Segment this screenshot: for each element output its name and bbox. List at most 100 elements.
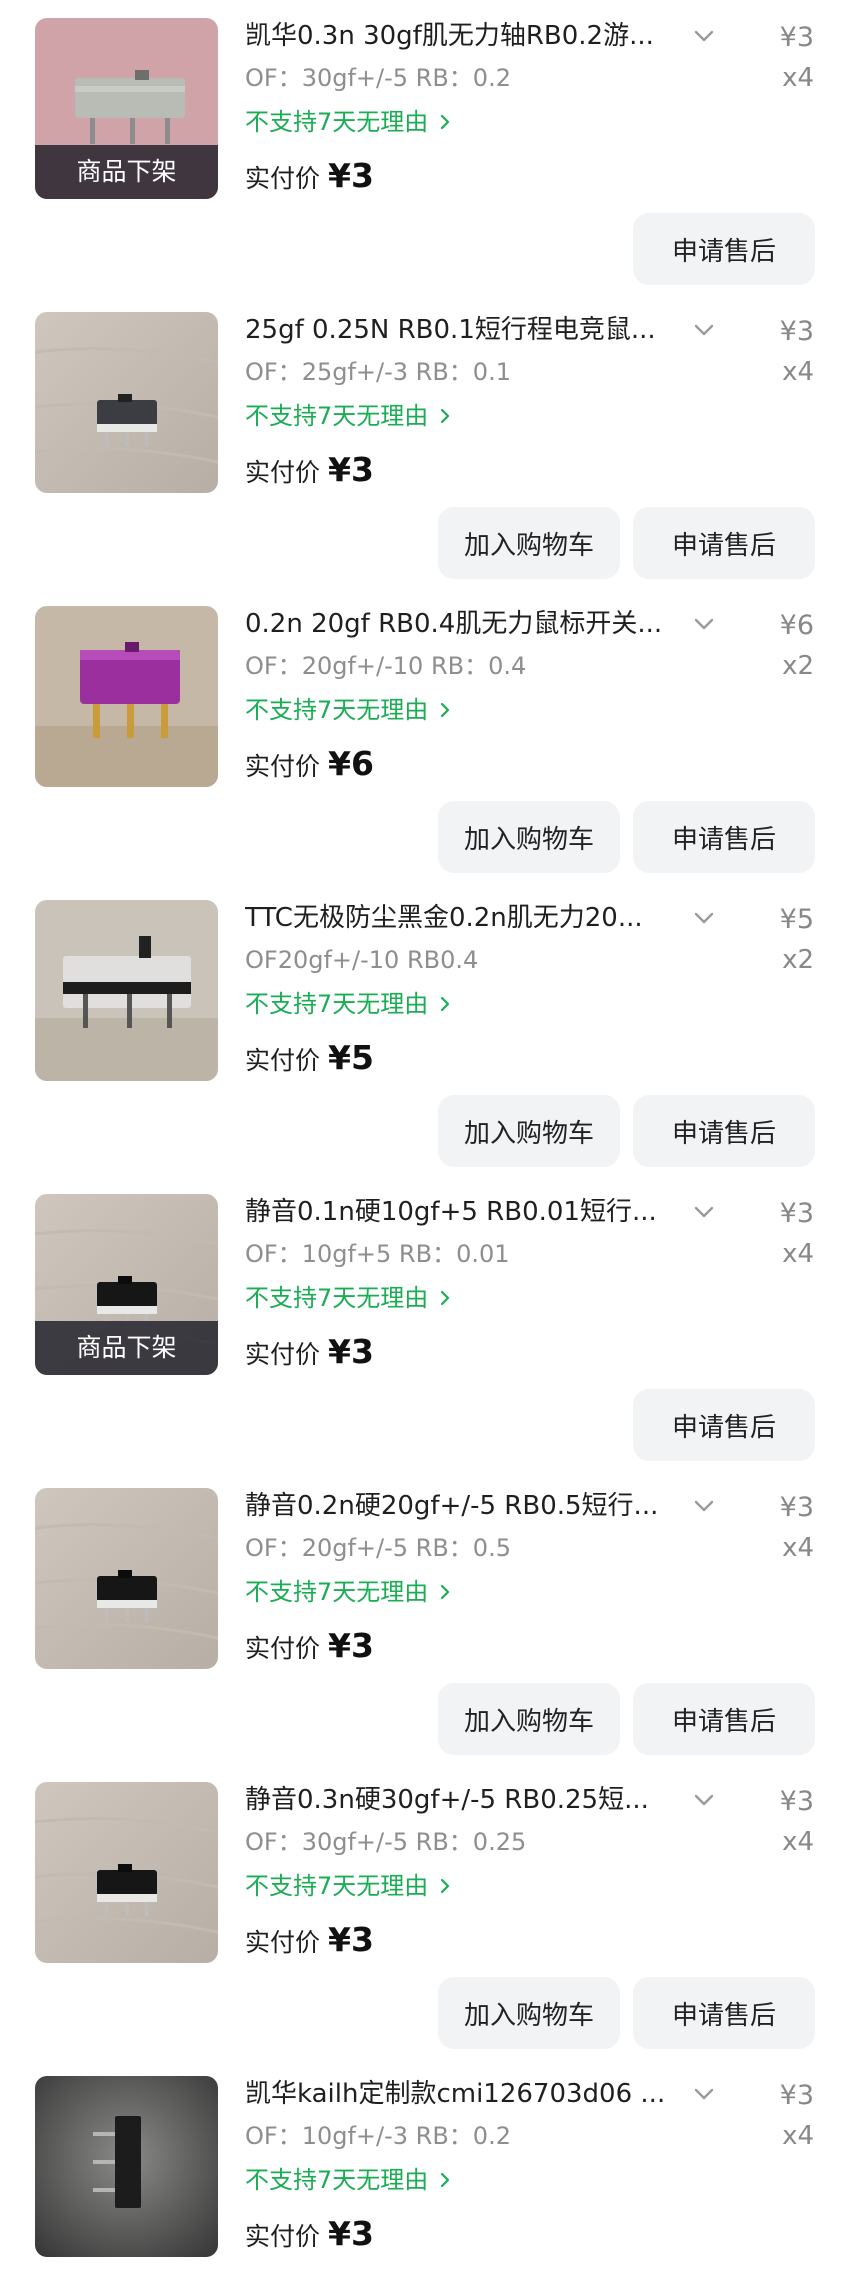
after-sale-button[interactable]: 申请售后 — [633, 1977, 815, 2049]
unit-price: ¥3 — [779, 1198, 814, 1229]
unit-price: ¥3 — [779, 1786, 814, 1817]
no-return-label: 不支持7天无理由 — [245, 1284, 429, 1312]
product-title[interactable]: 静音0.3n硬30gf+/-5 RB0.25短... — [245, 1780, 685, 1820]
quantity: x4 — [782, 357, 814, 387]
product-photo — [35, 312, 218, 493]
delisted-badge: 商品下架 — [35, 145, 218, 199]
paid-price-amount: ¥5 — [328, 1038, 374, 1077]
no-return-label: 不支持7天无理由 — [245, 990, 429, 1018]
after-sale-button[interactable]: 申请售后 — [633, 213, 815, 285]
delisted-badge: 商品下架 — [35, 1321, 218, 1375]
product-title[interactable]: 静音0.1n硬10gf+5 RB0.01短行... — [245, 1192, 685, 1232]
product-image[interactable] — [35, 1488, 218, 1669]
unit-price: ¥6 — [779, 610, 814, 641]
chevron-down-icon[interactable] — [690, 1492, 718, 1520]
order-item: TTC无极防尘黑金0.2n肌无力20... ¥5 OF20gf+/-10 RB0… — [0, 882, 850, 1176]
paid-price-row: 实付价 ¥3 — [245, 1626, 374, 1672]
no-return-notice[interactable]: 不支持7天无理由 — [245, 2162, 454, 2198]
quantity: x4 — [782, 2121, 814, 2151]
product-spec: OF：20gf+/-5 RB：0.5 — [245, 1534, 511, 1562]
no-return-notice[interactable]: 不支持7天无理由 — [245, 1574, 454, 1610]
quantity: x4 — [782, 63, 814, 93]
paid-price-amount: ¥3 — [328, 2214, 374, 2253]
paid-price-row: 实付价 ¥3 — [245, 1332, 374, 1378]
chevron-right-icon — [441, 114, 450, 130]
product-title[interactable]: 凯华kailh定制款cmi126703d06 ... — [245, 2074, 685, 2114]
unit-price: ¥3 — [779, 1492, 814, 1523]
no-return-label: 不支持7天无理由 — [245, 402, 429, 430]
add-to-cart-button[interactable]: 加入购物车 — [438, 1977, 620, 2049]
chevron-down-icon[interactable] — [690, 1786, 718, 1814]
quantity: x4 — [782, 1533, 814, 1563]
no-return-notice[interactable]: 不支持7天无理由 — [245, 986, 454, 1022]
product-spec: OF：30gf+/-5 RB：0.25 — [245, 1828, 527, 1856]
order-item: 静音0.3n硬30gf+/-5 RB0.25短... ¥3 OF：30gf+/-… — [0, 1764, 850, 2058]
product-title[interactable]: 0.2n 20gf RB0.4肌无力鼠标开关... — [245, 604, 685, 644]
no-return-notice[interactable]: 不支持7天无理由 — [245, 104, 454, 140]
add-to-cart-button[interactable]: 加入购物车 — [438, 801, 620, 873]
product-spec: OF：10gf+5 RB：0.01 — [245, 1240, 510, 1268]
quantity: x2 — [782, 945, 814, 975]
no-return-notice[interactable]: 不支持7天无理由 — [245, 398, 454, 434]
product-title[interactable]: TTC无极防尘黑金0.2n肌无力20... — [245, 898, 685, 938]
product-image[interactable] — [35, 2076, 218, 2257]
no-return-label: 不支持7天无理由 — [245, 2166, 429, 2194]
order-list: 商品下架 凯华0.3n 30gf肌无力轴RB0.2游... ¥3 OF：30gf… — [0, 0, 850, 2276]
after-sale-button[interactable]: 申请售后 — [633, 801, 815, 873]
chevron-down-icon[interactable] — [690, 1198, 718, 1226]
no-return-label: 不支持7天无理由 — [245, 1578, 429, 1606]
paid-price-row: 实付价 ¥3 — [245, 156, 374, 202]
chevron-right-icon — [441, 2172, 450, 2188]
order-item: 0.2n 20gf RB0.4肌无力鼠标开关... ¥6 OF：20gf+/-1… — [0, 588, 850, 882]
no-return-label: 不支持7天无理由 — [245, 108, 429, 136]
paid-price-label: 实付价 — [245, 752, 321, 781]
paid-price-label: 实付价 — [245, 1046, 321, 1075]
add-to-cart-button[interactable]: 加入购物车 — [438, 507, 620, 579]
product-title[interactable]: 静音0.2n硬20gf+/-5 RB0.5短行... — [245, 1486, 685, 1526]
chevron-down-icon[interactable] — [690, 316, 718, 344]
product-photo — [35, 1782, 218, 1963]
after-sale-button[interactable]: 申请售后 — [633, 1683, 815, 1755]
no-return-notice[interactable]: 不支持7天无理由 — [245, 692, 454, 728]
paid-price-amount: ¥3 — [328, 1626, 374, 1665]
product-image[interactable]: 商品下架 — [35, 18, 218, 199]
after-sale-button[interactable]: 申请售后 — [633, 507, 815, 579]
chevron-down-icon[interactable] — [690, 610, 718, 638]
product-image[interactable]: 商品下架 — [35, 1194, 218, 1375]
product-image[interactable] — [35, 606, 218, 787]
no-return-notice[interactable]: 不支持7天无理由 — [245, 1280, 454, 1316]
add-to-cart-button[interactable]: 加入购物车 — [438, 1683, 620, 1755]
chevron-right-icon — [441, 1878, 450, 1894]
paid-price-label: 实付价 — [245, 1340, 321, 1369]
product-photo — [35, 900, 218, 1081]
paid-price-row: 实付价 ¥3 — [245, 2214, 374, 2260]
after-sale-button[interactable]: 申请售后 — [633, 1095, 815, 1167]
no-return-notice[interactable]: 不支持7天无理由 — [245, 1868, 454, 1904]
unit-price: ¥3 — [779, 316, 814, 347]
product-image[interactable] — [35, 312, 218, 493]
add-to-cart-button[interactable]: 加入购物车 — [438, 1095, 620, 1167]
quantity: x2 — [782, 651, 814, 681]
paid-price-amount: ¥3 — [328, 156, 374, 195]
product-photo — [35, 2076, 218, 2257]
chevron-down-icon[interactable] — [690, 22, 718, 50]
chevron-down-icon[interactable] — [690, 2080, 718, 2108]
paid-price-row: 实付价 ¥5 — [245, 1038, 374, 1084]
order-item: 25gf 0.25N RB0.1短行程电竞鼠... ¥3 OF：25gf+/-3… — [0, 294, 850, 588]
product-image[interactable] — [35, 900, 218, 1081]
product-photo — [35, 1488, 218, 1669]
chevron-right-icon — [441, 996, 450, 1012]
order-item: 静音0.2n硬20gf+/-5 RB0.5短行... ¥3 OF：20gf+/-… — [0, 1470, 850, 1764]
product-image[interactable] — [35, 1782, 218, 1963]
chevron-down-icon[interactable] — [690, 904, 718, 932]
unit-price: ¥3 — [779, 2080, 814, 2111]
after-sale-button[interactable]: 申请售后 — [633, 1389, 815, 1461]
paid-price-amount: ¥3 — [328, 1332, 374, 1371]
product-spec: OF：30gf+/-5 RB：0.2 — [245, 64, 511, 92]
product-spec: OF：20gf+/-10 RB：0.4 — [245, 652, 527, 680]
product-title[interactable]: 25gf 0.25N RB0.1短行程电竞鼠... — [245, 310, 685, 350]
product-title[interactable]: 凯华0.3n 30gf肌无力轴RB0.2游... — [245, 16, 685, 56]
paid-price-label: 实付价 — [245, 1928, 321, 1957]
unit-price: ¥5 — [779, 904, 814, 935]
product-photo — [35, 606, 218, 787]
